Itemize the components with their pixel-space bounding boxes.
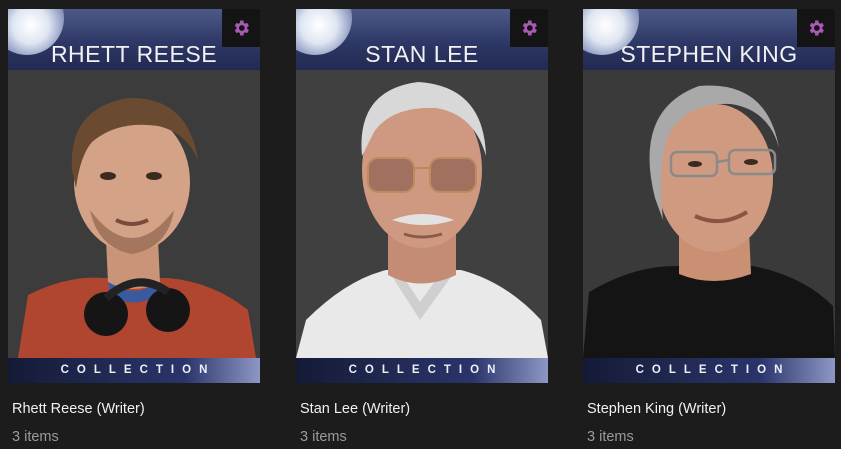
collection-poster[interactable]: STAN LEE COLLECTION [296, 9, 548, 383]
collection-card-stephen-king[interactable]: STEPHEN KING COLLECTION Stephen King (Wr… [583, 9, 835, 445]
gear-icon [234, 20, 249, 36]
collection-card-rhett-reese[interactable]: RHETT REESE COLLECTION Rhett Reese (Writ… [8, 9, 260, 445]
collection-label: COLLECTION [8, 358, 260, 383]
collection-card-stan-lee[interactable]: STAN LEE COLLECTION Stan Lee (Writer) 3 … [296, 9, 548, 445]
item-count: 3 items [587, 429, 634, 445]
settings-button[interactable] [797, 9, 835, 47]
item-count: 3 items [300, 429, 347, 445]
gear-icon [809, 20, 824, 36]
person-photo [8, 70, 260, 358]
settings-button[interactable] [510, 9, 548, 47]
collection-label: COLLECTION [296, 358, 548, 383]
collection-title[interactable]: Stan Lee (Writer) [296, 401, 548, 417]
item-count: 3 items [12, 429, 59, 445]
person-photo [296, 70, 548, 358]
collection-grid: RHETT REESE COLLECTION Rhett Reese (Writ… [0, 0, 841, 449]
settings-button[interactable] [222, 9, 260, 47]
collection-label: COLLECTION [583, 358, 835, 383]
collection-title[interactable]: Stephen King (Writer) [583, 401, 835, 417]
gear-icon [522, 20, 537, 36]
collection-title[interactable]: Rhett Reese (Writer) [8, 401, 260, 417]
collection-poster[interactable]: RHETT REESE COLLECTION [8, 9, 260, 383]
person-photo [583, 70, 835, 358]
collection-poster[interactable]: STEPHEN KING COLLECTION [583, 9, 835, 383]
